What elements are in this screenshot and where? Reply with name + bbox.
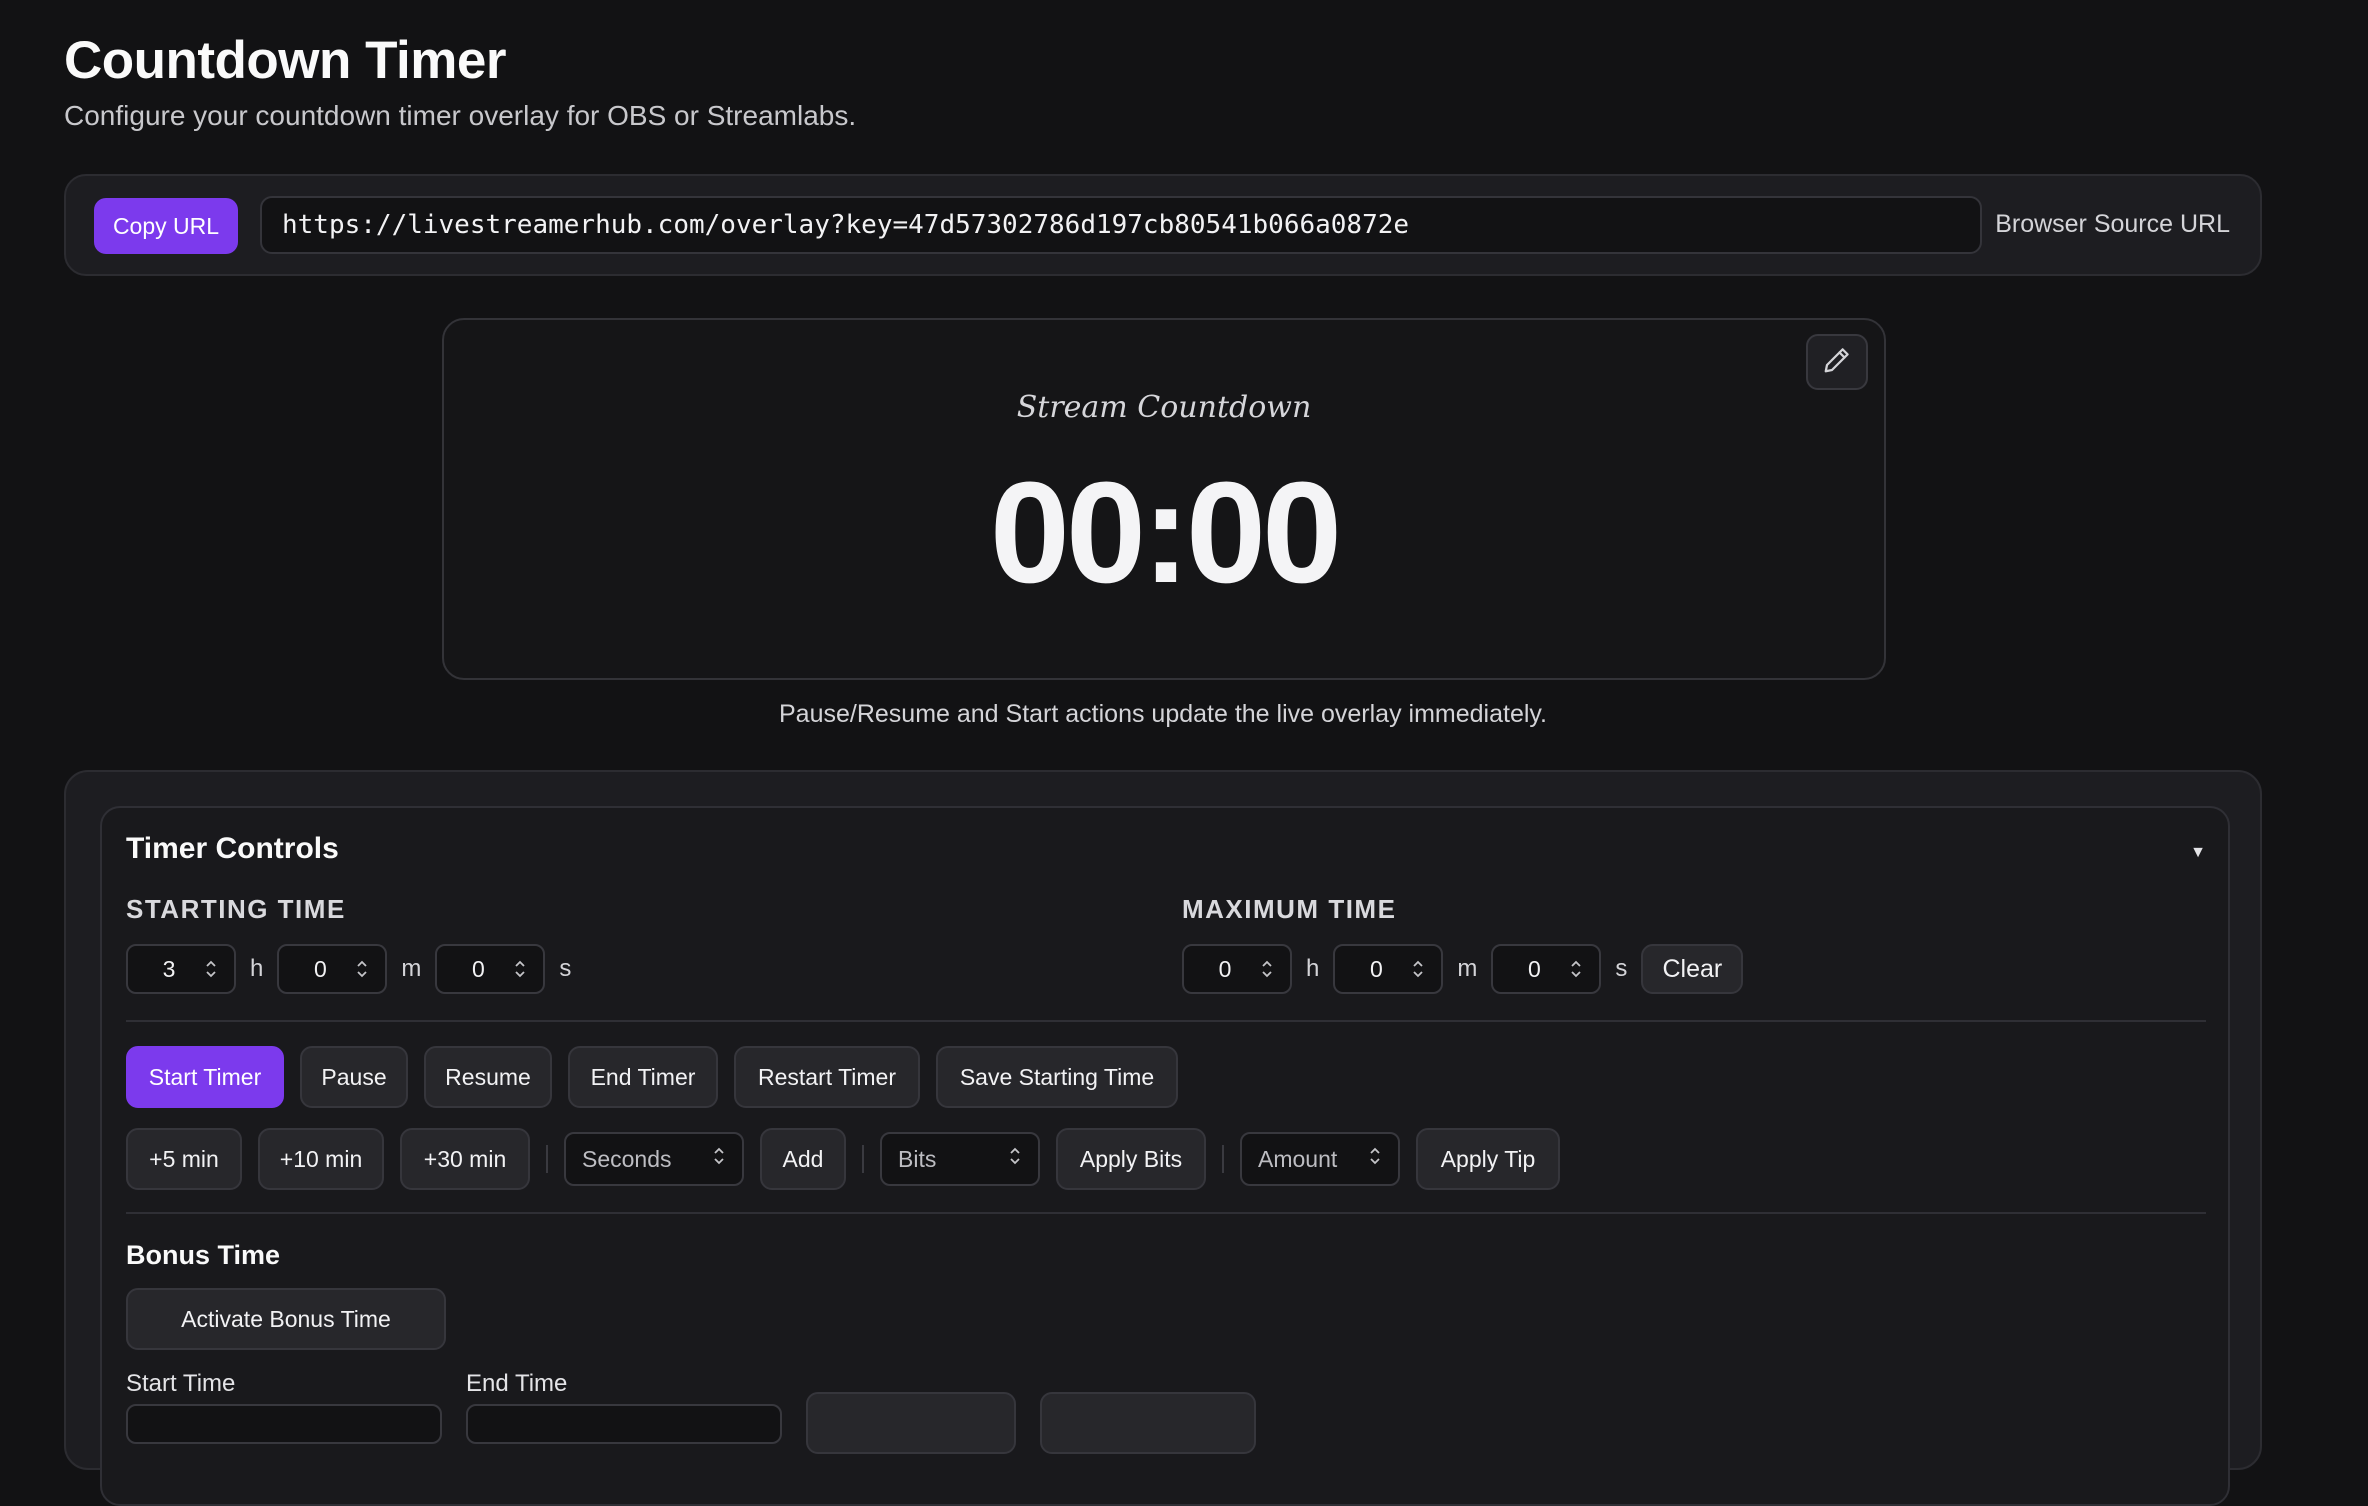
divider	[126, 1020, 2206, 1022]
bonus-end-time-label: End Time	[466, 1370, 568, 1397]
add-10-min-button[interactable]: +10 min	[258, 1128, 384, 1190]
stepper-icon[interactable]	[509, 956, 531, 982]
starting-hours-value: 3	[162, 955, 176, 982]
page-title: Countdown Timer	[64, 31, 507, 90]
divider	[126, 1212, 2206, 1214]
maximum-hours-value: 0	[1218, 955, 1232, 982]
add-30-min-button[interactable]: +30 min	[400, 1128, 530, 1190]
minutes-unit: m	[401, 955, 422, 982]
maximum-time-fields: 0 h 0 m 0 s Clear	[1182, 944, 1744, 994]
bits-placeholder: Bits	[898, 1145, 937, 1172]
minutes-unit: m	[1457, 955, 1478, 982]
maximum-seconds-value: 0	[1527, 955, 1541, 982]
stepper-icon[interactable]	[1008, 1143, 1022, 1175]
seconds-input[interactable]: Seconds	[564, 1132, 744, 1186]
maximum-time-label: MAXIMUM TIME	[1182, 894, 1397, 924]
bonus-time-title: Bonus Time	[126, 1240, 281, 1270]
resume-button[interactable]: Resume	[424, 1046, 552, 1108]
bonus-action-button[interactable]	[806, 1392, 1016, 1454]
browser-source-url-label: Browser Source URL	[1995, 210, 2230, 238]
amount-placeholder: Amount	[1258, 1145, 1338, 1172]
bits-input[interactable]: Bits	[880, 1132, 1040, 1186]
starting-time-fields: 3 h 0 m 0 s	[126, 944, 571, 994]
starting-hours-input[interactable]: 3	[126, 944, 236, 994]
tip-amount-input[interactable]: Amount	[1240, 1132, 1400, 1186]
time-adjust-row: +5 min +10 min +30 min Seconds Add Bits …	[126, 1128, 1560, 1190]
seconds-placeholder: Seconds	[582, 1145, 672, 1172]
overlay-update-note: Pause/Resume and Start actions update th…	[779, 700, 1547, 728]
save-starting-time-button[interactable]: Save Starting Time	[936, 1046, 1178, 1108]
start-timer-button[interactable]: Start Timer	[126, 1046, 284, 1108]
separator	[862, 1145, 864, 1173]
starting-time-label: STARTING TIME	[126, 894, 346, 924]
maximum-hours-input[interactable]: 0	[1182, 944, 1292, 994]
timer-actions: Start Timer Pause Resume End Timer Resta…	[126, 1046, 1178, 1108]
stepper-icon[interactable]	[351, 956, 373, 982]
activate-bonus-time-button[interactable]: Activate Bonus Time	[126, 1288, 446, 1350]
starting-minutes-input[interactable]: 0	[277, 944, 388, 994]
timer-preview: Stream Countdown 00:00	[442, 318, 1886, 680]
seconds-unit: s	[559, 955, 572, 982]
copy-url-button[interactable]: Copy URL	[94, 198, 238, 254]
pause-button[interactable]: Pause	[300, 1046, 408, 1108]
pencil-icon	[1822, 345, 1852, 380]
stepper-icon[interactable]	[1407, 956, 1429, 982]
seconds-unit: s	[1615, 955, 1628, 982]
add-seconds-button[interactable]: Add	[760, 1128, 846, 1190]
starting-seconds-value: 0	[471, 955, 485, 982]
timer-controls-title: Timer Controls	[126, 832, 339, 865]
maximum-seconds-input[interactable]: 0	[1491, 944, 1602, 994]
hours-unit: h	[1306, 955, 1320, 982]
end-timer-button[interactable]: End Timer	[568, 1046, 718, 1108]
clear-max-time-button[interactable]: Clear	[1641, 944, 1744, 994]
starting-seconds-input[interactable]: 0	[435, 944, 546, 994]
maximum-minutes-value: 0	[1369, 955, 1383, 982]
bonus-start-time-label: Start Time	[126, 1370, 236, 1397]
bonus-action-button[interactable]	[1040, 1392, 1256, 1454]
restart-timer-button[interactable]: Restart Timer	[734, 1046, 920, 1108]
separator	[546, 1145, 548, 1173]
countdown-display: 00:00	[989, 452, 1342, 613]
add-5-min-button[interactable]: +5 min	[126, 1128, 242, 1190]
separator	[1222, 1145, 1224, 1173]
controls-panel: Timer Controls ▼ STARTING TIME 3 h 0 m 0…	[64, 770, 2262, 1506]
page-subtitle: Configure your countdown timer overlay f…	[64, 100, 857, 131]
stepper-icon[interactable]	[200, 956, 222, 982]
browser-source-url-input[interactable]: https://livestreamerhub.com/overlay?key=…	[260, 196, 1982, 254]
stepper-icon[interactable]	[1256, 956, 1278, 982]
edit-preview-button[interactable]	[1806, 334, 1868, 390]
timer-controls-card: Timer Controls ▼ STARTING TIME 3 h 0 m 0…	[100, 806, 2230, 1506]
browser-source-url-bar: Copy URL https://livestreamerhub.com/ove…	[64, 174, 2262, 276]
preview-label: Stream Countdown	[1016, 390, 1312, 425]
maximum-minutes-input[interactable]: 0	[1333, 944, 1444, 994]
starting-minutes-value: 0	[313, 955, 327, 982]
bonus-start-time-input[interactable]	[126, 1404, 442, 1444]
bonus-end-time-input[interactable]	[466, 1404, 782, 1444]
stepper-icon[interactable]	[1368, 1143, 1382, 1175]
apply-bits-button[interactable]: Apply Bits	[1056, 1128, 1206, 1190]
hours-unit: h	[250, 955, 264, 982]
stepper-icon[interactable]	[1565, 956, 1587, 982]
caret-down-icon[interactable]: ▼	[2190, 844, 2206, 862]
stepper-icon[interactable]	[712, 1143, 726, 1175]
apply-tip-button[interactable]: Apply Tip	[1416, 1128, 1560, 1190]
